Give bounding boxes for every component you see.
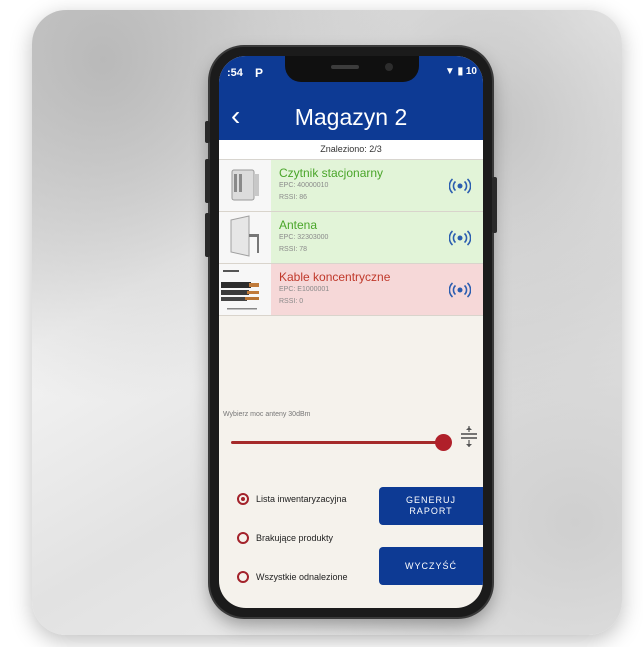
radio-inventory-list[interactable] xyxy=(237,493,249,505)
radio-missing-products[interactable] xyxy=(237,532,249,544)
item-name: Antena xyxy=(279,218,318,232)
list-item[interactable]: Czytnik stacjonarny EPC: 40000010 RSSI: … xyxy=(219,160,483,212)
camera-notch xyxy=(285,56,419,82)
reader-device-image xyxy=(219,160,271,211)
product-image xyxy=(219,212,271,263)
status-bar: :54 P ▼ ▮ 10 xyxy=(219,56,483,96)
phone-screen: :54 P ▼ ▮ 10 ‹ Magazyn 2 Znaleziono: 2/3 xyxy=(219,56,483,608)
rfid-signal-icon[interactable] xyxy=(448,229,472,247)
item-epc: EPC: 32303000 xyxy=(279,234,329,241)
generate-report-button[interactable]: GENERUJ RAPORT xyxy=(379,487,483,525)
page-title: Magazyn 2 xyxy=(294,104,408,130)
product-image xyxy=(219,264,271,315)
item-epc: EPC: E1000001 xyxy=(279,286,330,293)
radio-label: Lista inwentaryzacyjna xyxy=(256,494,347,504)
phone-side-button xyxy=(205,121,210,143)
rfid-signal-icon[interactable] xyxy=(448,177,472,195)
item-name: Kable koncentryczne xyxy=(279,270,391,284)
item-rssi: RSSI: 78 xyxy=(279,246,308,253)
antenna-power-slider-track[interactable] xyxy=(231,441,444,444)
item-epc: EPC: 40000010 xyxy=(279,182,329,189)
antenna-power-slider-handle[interactable] xyxy=(435,434,452,451)
coaxial-cable-image xyxy=(219,264,271,315)
clear-button[interactable]: WYCZYŚĆ xyxy=(379,547,483,585)
radio-all-found[interactable] xyxy=(237,571,249,583)
item-rssi: RSSI: 0 xyxy=(279,298,304,305)
speaker-grille xyxy=(331,65,359,69)
phone-volume-down-button xyxy=(205,213,210,257)
front-camera xyxy=(385,63,393,71)
app-header: ‹ Magazyn 2 xyxy=(219,96,483,140)
antenna-power-label: Wybierz moc anteny 30dBm xyxy=(223,411,311,418)
phone-frame: :54 P ▼ ▮ 10 ‹ Magazyn 2 Znaleziono: 2/3 xyxy=(205,47,497,617)
radio-label: Brakujące produkty xyxy=(256,533,334,543)
product-image xyxy=(219,160,271,211)
list-item[interactable]: Antena EPC: 32303000 RSSI: 78 xyxy=(219,212,483,264)
phone-volume-up-button xyxy=(205,159,210,203)
phone-power-button xyxy=(492,177,497,233)
status-icons: ▼ ▮ 10 xyxy=(444,66,477,77)
item-name: Czytnik stacjonarny xyxy=(279,166,384,180)
antenna-image xyxy=(219,212,271,263)
item-rssi: RSSI: 86 xyxy=(279,194,308,201)
found-count: Znaleziono: 2/3 xyxy=(219,140,483,160)
rfid-signal-icon[interactable] xyxy=(448,281,472,299)
app-notification-icon: P xyxy=(255,66,264,80)
list-item[interactable]: Kable koncentryczne EPC: E1000001 RSSI: … xyxy=(219,264,483,316)
status-time: :54 xyxy=(227,67,243,79)
radio-label: Wszystkie odnalezione xyxy=(256,572,348,582)
sliders-settings-icon[interactable] xyxy=(460,425,478,449)
